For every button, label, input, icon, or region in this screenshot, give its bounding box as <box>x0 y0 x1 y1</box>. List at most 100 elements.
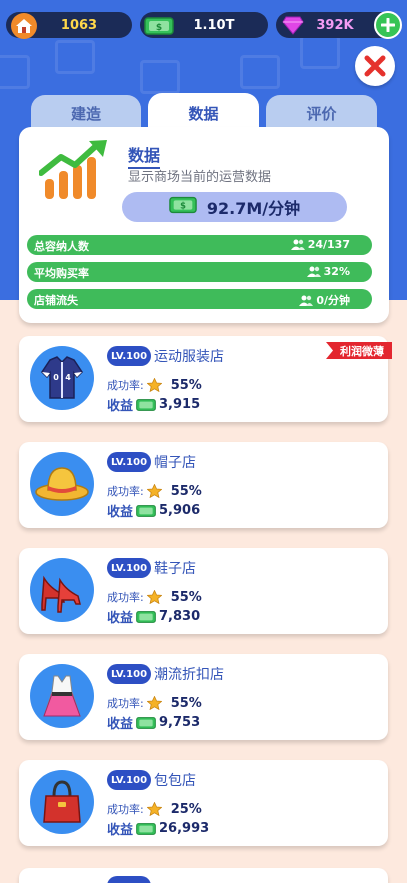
success-rate-row: 成功率: 55% <box>107 695 202 711</box>
income-value: 7,830 <box>159 609 201 624</box>
income-label: 收益 <box>107 505 134 520</box>
shop-card-shoes[interactable]: LV.100 鞋子店 成功率: 55% 收益 7,830 <box>19 548 388 634</box>
people-icon <box>299 295 314 306</box>
income-label: 收益 <box>107 399 134 414</box>
shop-name: 运动服装店 <box>154 349 224 365</box>
shop-card-next[interactable] <box>19 868 388 883</box>
tab-build[interactable]: 建造 <box>31 95 141 131</box>
income-value: 9,753 <box>159 715 201 730</box>
shop-card-outlet[interactable]: LV.100 潮流折扣店 成功率: 55% 收益 9,753 <box>19 654 388 740</box>
add-gems-button[interactable] <box>374 11 402 39</box>
level-badge: LV.100 <box>107 346 151 366</box>
stat-row-purchase-rate: 平均购买率 32% <box>27 262 372 282</box>
shop-card-sportswear[interactable]: 0 4 LV.100 运动服装店 利润微薄 成功率: 55% 收益 3,915 <box>19 336 392 422</box>
shop-card-hats[interactable]: LV.100 帽子店 成功率: 55% 收益 5,906 <box>19 442 388 528</box>
tab-reviews-label: 评价 <box>306 104 337 123</box>
resource-bar: 1063 $ 1.10T 392K <box>0 10 407 42</box>
cash-icon <box>136 822 156 835</box>
success-rate-row: 成功率: 55% <box>107 589 202 605</box>
star-icon <box>146 378 162 392</box>
stat-label: 店铺流失 <box>34 294 78 307</box>
tab-reviews[interactable]: 评价 <box>266 95 377 131</box>
income-value: 26,993 <box>159 821 210 836</box>
stat-value: 32% <box>323 265 350 278</box>
stat-label: 平均购买率 <box>34 267 89 280</box>
income-rate: $ 92.7M/分钟 <box>122 192 347 222</box>
cash-icon: $ <box>169 196 197 218</box>
level-badge: LV.100 <box>107 770 151 790</box>
income-rate-value: 92.7M/分钟 <box>206 199 301 218</box>
cash-icon <box>136 504 156 517</box>
close-icon <box>364 55 386 77</box>
stats-subtitle: 显示商场当前的运营数据 <box>128 170 272 185</box>
success-rate-value: 55% <box>170 377 202 393</box>
tab-build-label: 建造 <box>70 104 101 123</box>
low-profit-ribbon: 利润微薄 <box>326 342 392 359</box>
shop-name: 潮流折扣店 <box>154 667 224 683</box>
dress-icon <box>30 664 94 728</box>
income-row: 收益 3,915 <box>107 395 200 414</box>
handbag-icon <box>30 770 94 834</box>
cash-value: 1.10T <box>193 17 235 33</box>
cash-counter: $ 1.10T <box>140 12 268 38</box>
success-rate-label: 成功率: <box>107 485 144 498</box>
success-rate-label: 成功率: <box>107 591 144 604</box>
income-label: 收益 <box>107 611 134 626</box>
income-row: 收益 9,753 <box>107 713 200 732</box>
stat-row-capacity: 总容纳人数 24/137 <box>27 235 372 255</box>
level-badge: LV.100 <box>107 452 151 472</box>
star-icon <box>146 590 162 604</box>
income-value: 5,906 <box>159 503 201 518</box>
growth-chart-icon <box>38 139 113 207</box>
income-value: 3,915 <box>159 397 201 412</box>
level-badge <box>107 876 151 883</box>
income-row: 收益 5,906 <box>107 501 200 520</box>
level-badge: LV.100 <box>107 558 151 578</box>
svg-text:$: $ <box>180 201 186 211</box>
shop-name: 包包店 <box>154 773 196 789</box>
coins-counter: 1063 <box>6 12 132 39</box>
home-icon <box>10 12 38 44</box>
plus-icon <box>381 18 395 32</box>
success-rate-row: 成功率: 55% <box>107 483 202 499</box>
cash-icon <box>136 716 156 729</box>
stat-label: 总容纳人数 <box>34 240 89 253</box>
star-icon <box>146 484 162 498</box>
success-rate-value: 55% <box>170 589 202 605</box>
shop-card-bags[interactable]: LV.100 包包店 成功率: 25% 收益 26,993 <box>19 760 388 846</box>
stat-value: 0/分钟 <box>316 294 350 307</box>
success-rate-value: 25% <box>170 801 202 817</box>
success-rate-row: 成功率: 55% <box>107 377 202 393</box>
income-row: 收益 26,993 <box>107 819 209 838</box>
close-button[interactable] <box>355 46 395 86</box>
cash-icon <box>136 398 156 411</box>
tab-data-label: 数据 <box>188 104 219 123</box>
stats-title: 数据 <box>128 142 161 169</box>
success-rate-label: 成功率: <box>107 803 144 816</box>
success-rate-label: 成功率: <box>107 379 144 392</box>
svg-text:$: $ <box>156 23 162 33</box>
stat-row-churn: 店铺流失 0/分钟 <box>27 289 372 309</box>
tab-bar: 建造 数据 评价 <box>31 93 377 133</box>
shop-name: 帽子店 <box>154 455 196 471</box>
level-badge: LV.100 <box>107 664 151 684</box>
gems-counter: 392K <box>276 11 402 39</box>
svg-text:4: 4 <box>65 373 71 382</box>
cash-icon <box>136 610 156 623</box>
people-icon <box>306 266 321 277</box>
heels-icon <box>30 558 94 622</box>
income-label: 收益 <box>107 823 134 838</box>
stat-value: 24/137 <box>307 238 350 251</box>
income-label: 收益 <box>107 717 134 732</box>
coins-value: 1063 <box>60 17 98 33</box>
svg-text:0: 0 <box>53 373 59 382</box>
gem-icon <box>282 15 304 39</box>
hat-icon <box>30 452 94 516</box>
shop-name: 鞋子店 <box>154 561 196 577</box>
star-icon <box>146 696 162 710</box>
stats-card: 数据 显示商场当前的运营数据 $ 92.7M/分钟 总容纳人数 24/137 平… <box>19 127 389 323</box>
income-row: 收益 7,830 <box>107 607 200 626</box>
success-rate-label: 成功率: <box>107 697 144 710</box>
success-rate-row: 成功率: 25% <box>107 801 202 817</box>
star-icon <box>146 802 162 816</box>
